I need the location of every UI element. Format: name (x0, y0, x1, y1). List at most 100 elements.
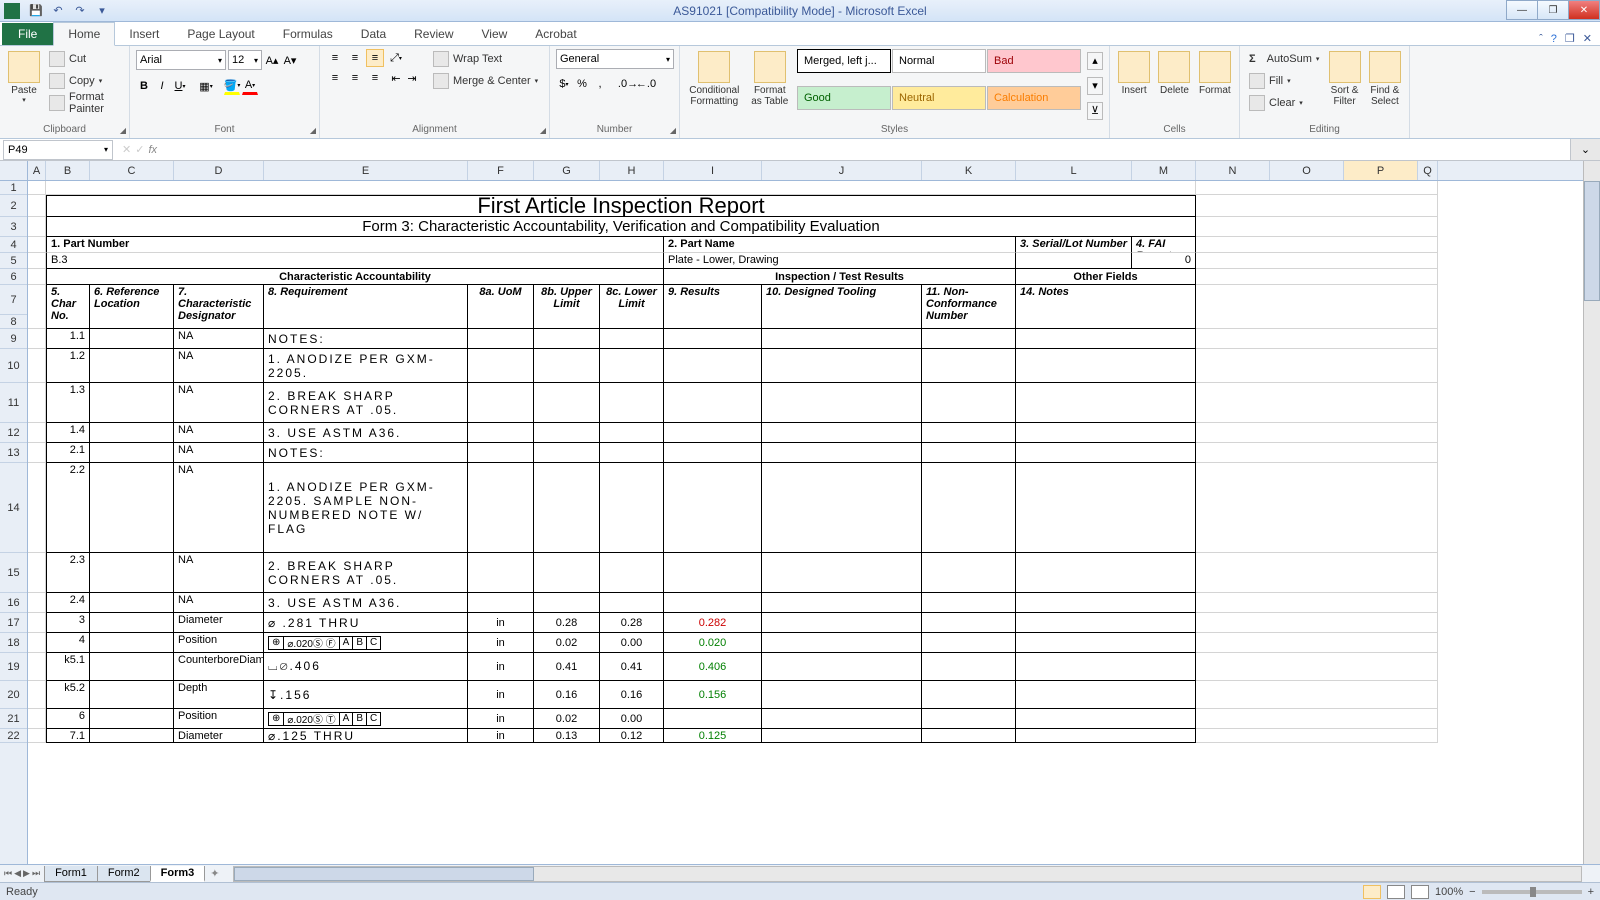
data-notes[interactable] (1016, 463, 1196, 553)
data-lower[interactable] (600, 423, 664, 443)
data-notes[interactable] (1016, 729, 1196, 743)
data-upper[interactable]: 0.02 (534, 709, 600, 729)
data-ref-loc[interactable] (90, 329, 174, 349)
data-ref-loc[interactable] (90, 423, 174, 443)
column-header[interactable]: O (1270, 161, 1344, 180)
data-ref-loc[interactable] (90, 653, 174, 681)
data-ref-loc[interactable] (90, 709, 174, 729)
cell[interactable] (28, 383, 46, 423)
header-part-number[interactable]: 1. Part Number (46, 237, 664, 253)
window-close-icon[interactable]: ✕ (1583, 32, 1592, 45)
orientation-button[interactable]: ⤢▾ (388, 49, 404, 67)
data-notes[interactable] (1016, 613, 1196, 633)
data-uom[interactable] (468, 383, 534, 423)
data-notes[interactable] (1016, 553, 1196, 593)
cell[interactable] (1196, 709, 1438, 729)
data-results[interactable] (664, 329, 762, 349)
cell[interactable] (28, 653, 46, 681)
data-tooling[interactable] (762, 709, 922, 729)
data-char-no[interactable]: 7.1 (46, 729, 90, 743)
data-requirement[interactable]: 3. USE ASTM A36. (264, 593, 468, 613)
insert-cells-button[interactable]: Insert (1116, 49, 1152, 122)
expand-formula-bar[interactable]: ⌄ (1570, 139, 1600, 160)
column-header[interactable]: E (264, 161, 468, 180)
tab-acrobat[interactable]: Acrobat (521, 23, 590, 45)
col-char-no[interactable]: 5. Char No. (46, 285, 90, 329)
window-restore-icon[interactable]: ❐ (1565, 32, 1575, 45)
col-uom[interactable]: 8a. UoM (468, 285, 534, 329)
data-upper[interactable]: 0.02 (534, 633, 600, 653)
vertical-scroll-thumb[interactable] (1584, 181, 1600, 301)
data-designator[interactable]: NA (174, 329, 264, 349)
format-painter-button[interactable]: Format Painter (46, 93, 123, 113)
maximize-button[interactable]: ❐ (1537, 0, 1569, 20)
column-header[interactable]: L (1016, 161, 1132, 180)
style-cell[interactable]: Calculation (987, 86, 1081, 110)
sheet-tab[interactable]: Form1 (44, 866, 98, 882)
data-requirement[interactable]: 2. BREAK SHARP CORNERS AT .05. (264, 383, 468, 423)
cell[interactable] (1196, 383, 1438, 423)
data-tooling[interactable] (762, 633, 922, 653)
save-icon[interactable]: 💾 (27, 2, 45, 20)
data-results[interactable]: 0.406 (664, 653, 762, 681)
decrease-decimal[interactable]: ←.0 (638, 75, 654, 93)
data-upper[interactable] (534, 423, 600, 443)
row-header[interactable]: 6 (0, 269, 27, 285)
tab-nav-prev[interactable]: ◀ (14, 868, 21, 879)
indent-right[interactable]: ⇥ (404, 69, 420, 87)
section-char-acct[interactable]: Characteristic Accountability (46, 269, 664, 285)
value-serial-lot[interactable] (1016, 253, 1132, 269)
data-results[interactable] (664, 349, 762, 383)
col-char-des[interactable]: 7. Characteristic Designator (174, 285, 264, 329)
header-fai-report[interactable]: 4. FAI Report (1132, 237, 1196, 253)
alignment-launcher[interactable]: ◢ (540, 126, 546, 135)
font-launcher[interactable]: ◢ (310, 126, 316, 135)
data-results[interactable] (664, 383, 762, 423)
column-header[interactable]: I (664, 161, 762, 180)
align-middle[interactable]: ≡ (346, 49, 364, 67)
column-header[interactable]: F (468, 161, 534, 180)
data-tooling[interactable] (762, 553, 922, 593)
data-tooling[interactable] (762, 329, 922, 349)
data-requirement[interactable]: ⌀.125 THRU (264, 729, 468, 743)
data-designator[interactable]: NA (174, 593, 264, 613)
data-results[interactable]: 0.282 (664, 613, 762, 633)
data-tooling[interactable] (762, 729, 922, 743)
align-left[interactable]: ≡ (326, 69, 344, 87)
data-nonconf[interactable] (922, 593, 1016, 613)
style-cell[interactable]: Good (797, 86, 891, 110)
data-upper[interactable] (534, 443, 600, 463)
cell[interactable] (28, 181, 46, 195)
data-requirement[interactable]: 1. ANODIZE PER GXM-2205. SAMPLE NON-NUMB… (264, 463, 468, 553)
data-notes[interactable] (1016, 681, 1196, 709)
form-subtitle[interactable]: Form 3: Characteristic Accountability, V… (46, 217, 1196, 237)
tab-nav-first[interactable]: ⏮ (4, 868, 12, 879)
font-name-dropdown[interactable]: Arial▾ (136, 50, 226, 70)
data-notes[interactable] (1016, 593, 1196, 613)
data-char-no[interactable]: 1.3 (46, 383, 90, 423)
currency-button[interactable]: $▾ (556, 75, 572, 93)
cell[interactable] (28, 633, 46, 653)
data-designator[interactable]: NA (174, 349, 264, 383)
column-header[interactable]: Q (1418, 161, 1438, 180)
cell[interactable] (28, 217, 46, 237)
row-header[interactable]: 22 (0, 729, 27, 743)
cell[interactable] (46, 181, 1196, 195)
fill-color-button[interactable]: 🪣▾ (224, 77, 240, 95)
cut-button[interactable]: Cut (46, 49, 123, 69)
minimize-button[interactable]: — (1506, 0, 1538, 20)
formula-input[interactable] (163, 140, 1570, 160)
col-lower[interactable]: 8c. Lower Limit (600, 285, 664, 329)
styles-scroll-down[interactable]: ▾ (1087, 77, 1103, 95)
qat-more-icon[interactable]: ▾ (93, 2, 111, 20)
styles-more[interactable]: ⊻ (1087, 102, 1103, 120)
data-tooling[interactable] (762, 681, 922, 709)
enter-icon[interactable]: ✓ (135, 143, 144, 156)
data-uom[interactable]: in (468, 681, 534, 709)
data-ref-loc[interactable] (90, 553, 174, 593)
align-right[interactable]: ≡ (366, 69, 384, 87)
data-designator[interactable]: NA (174, 463, 264, 553)
horizontal-scroll-thumb[interactable] (234, 867, 534, 881)
data-requirement[interactable]: ↧.156 (264, 681, 468, 709)
select-all-corner[interactable] (0, 161, 27, 181)
